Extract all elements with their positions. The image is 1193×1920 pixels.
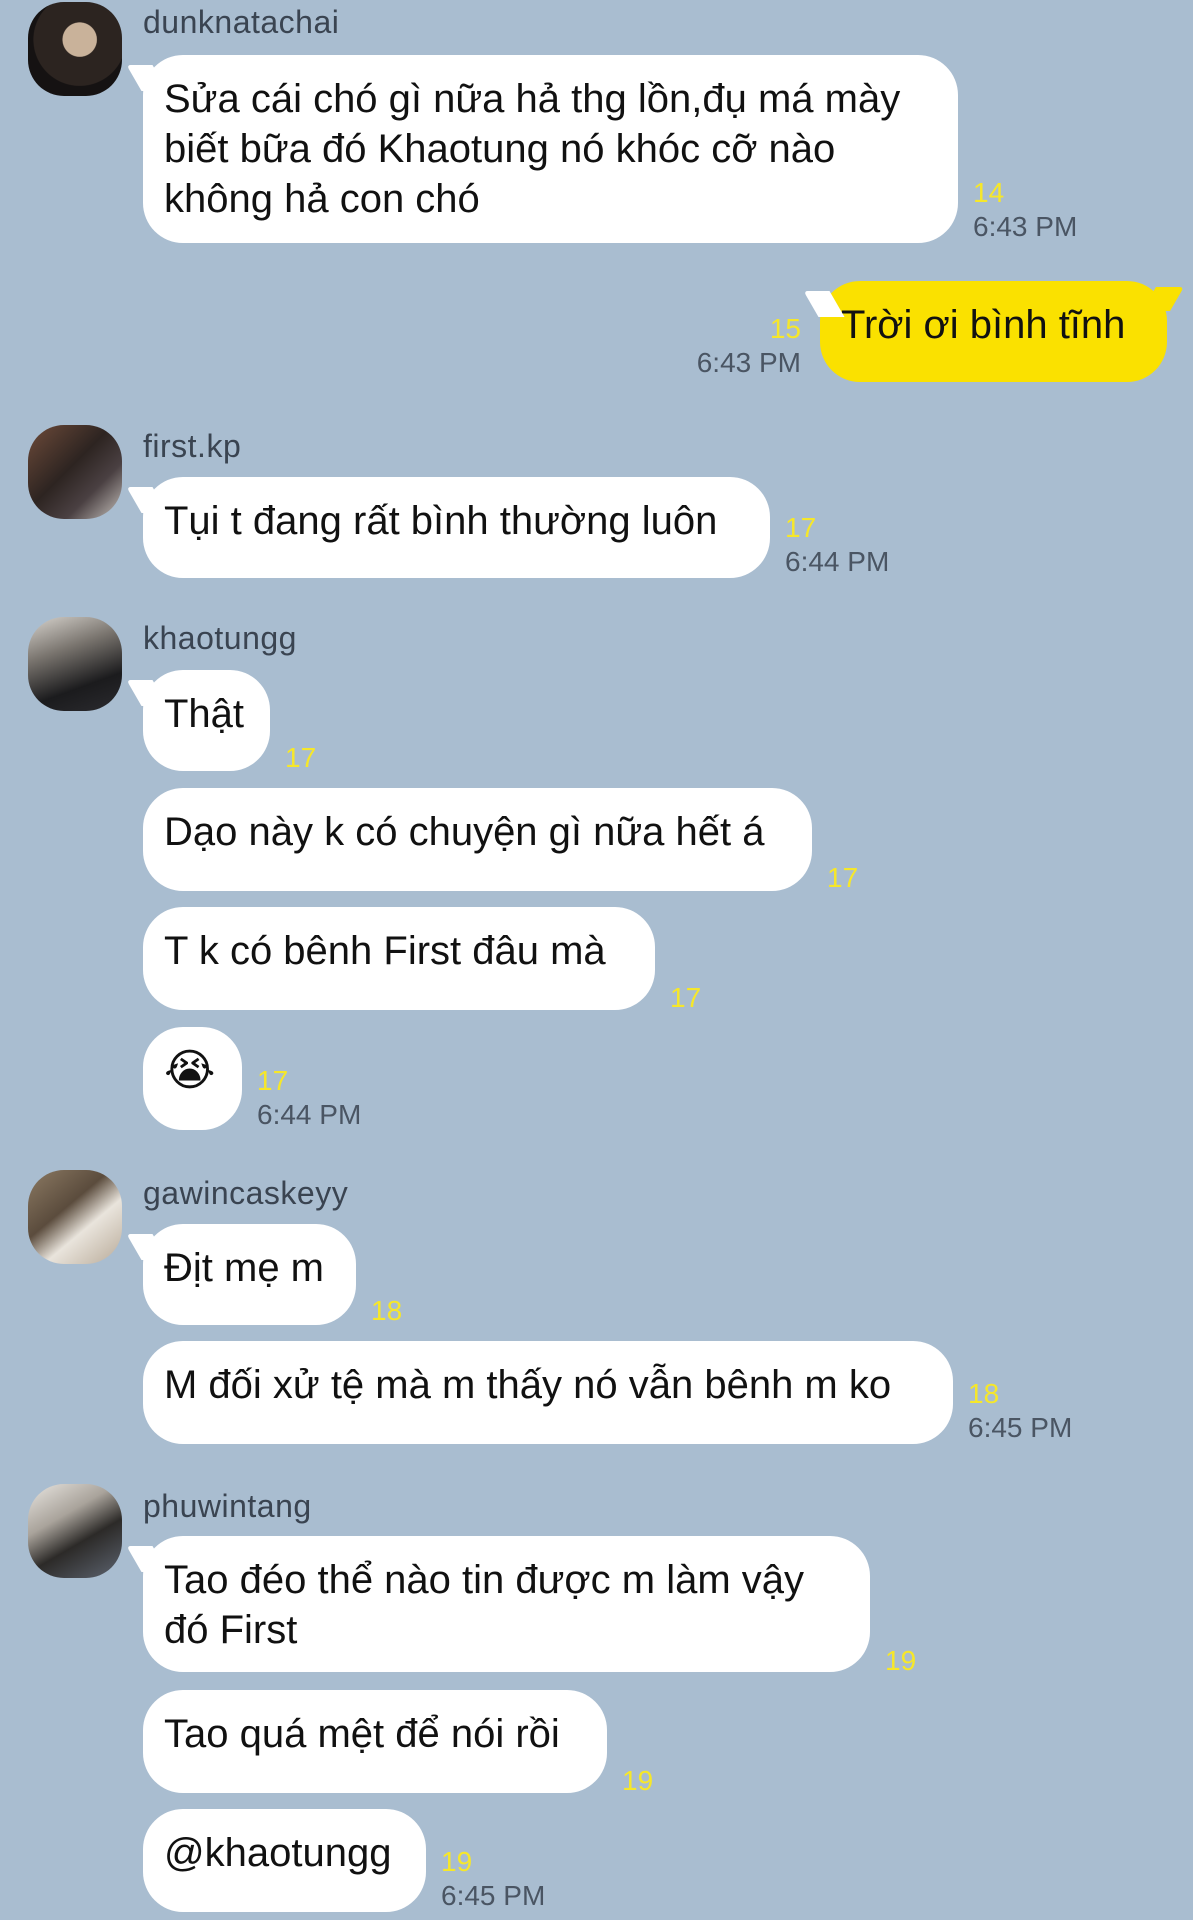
message-text: M đối xử tệ mà m thấy nó vẫn bênh m ko (164, 1363, 892, 1407)
message-text: Tao đéo thể nào tin được m làm vậy đó Fi… (164, 1558, 804, 1652)
message-text: Sửa cái chó gì nữa hả thg lồn,đụ má mày … (164, 77, 901, 221)
unread-count: 14 (973, 177, 1005, 208)
message-meta: 17 (827, 861, 858, 895)
message-text: Địt mẹ m (164, 1246, 324, 1290)
unread-count: 17 (827, 862, 859, 893)
unread-count: 19 (622, 1765, 654, 1796)
crying-face-emoji: 😭 (164, 1046, 216, 1095)
unread-count: 18 (968, 1378, 1000, 1409)
message-bubble[interactable]: Sửa cái chó gì nữa hả thg lồn,đụ má mày … (143, 55, 958, 243)
message-meta: 18 6:45 PM (968, 1377, 1072, 1445)
timestamp: 6:43 PM (973, 211, 1078, 242)
message-bubble[interactable]: Tụi t đang rất bình thường luôn (143, 477, 770, 578)
sender-name: first.kp (143, 428, 242, 464)
message-text: Thật (164, 692, 245, 736)
message-bubble[interactable]: M đối xử tệ mà m thấy nó vẫn bênh m ko (143, 1341, 953, 1444)
message-bubble[interactable]: Thật (143, 670, 270, 771)
message-meta: 17 (285, 741, 316, 775)
message-meta: 17 6:44 PM (785, 511, 889, 579)
message-meta: 18 (371, 1294, 402, 1328)
avatar-gawincaskeyy[interactable] (28, 1170, 122, 1264)
timestamp: 6:45 PM (968, 1412, 1073, 1443)
message-bubble[interactable]: Tao đéo thể nào tin được m làm vậy đó Fi… (143, 1536, 870, 1672)
message-bubble[interactable]: T k có bênh First đâu mà (143, 907, 655, 1010)
unread-count: 18 (371, 1295, 403, 1326)
message-meta: 17 (670, 981, 701, 1015)
message-text: Tụi t đang rất bình thường luôn (164, 499, 718, 543)
timestamp: 6:44 PM (785, 546, 890, 577)
message-text: T k có bênh First đâu mà (164, 929, 606, 973)
message-bubble[interactable]: 😭 (143, 1027, 242, 1130)
message-text: Trời ơi bình tĩnh (841, 303, 1126, 347)
unread-count: 17 (670, 982, 702, 1013)
avatar-phuwintang[interactable] (28, 1484, 122, 1578)
unread-count: 17 (285, 742, 317, 773)
message-meta: 14 6:43 PM (973, 176, 1077, 244)
avatar-first-kp[interactable] (28, 425, 122, 519)
unread-count: 17 (785, 512, 817, 543)
avatar-khaotungg[interactable] (28, 617, 122, 711)
message-bubble[interactable]: Tao quá mệt để nói rồi (143, 1690, 607, 1793)
unread-count: 17 (257, 1065, 289, 1096)
message-meta: 19 (622, 1764, 653, 1798)
sender-name: khaotungg (143, 620, 297, 656)
avatar-dunknatachai[interactable] (28, 2, 122, 96)
message-text: @khaotungg (164, 1831, 392, 1875)
timestamp: 6:44 PM (257, 1099, 362, 1130)
sender-name: gawincaskeyy (143, 1175, 349, 1211)
message-bubble[interactable]: Dạo này k có chuyện gì nữa hết á (143, 788, 812, 891)
message-meta: 19 6:45 PM (441, 1845, 545, 1913)
unread-count: 19 (885, 1645, 917, 1676)
message-text: Tao quá mệt để nói rồi (164, 1712, 560, 1756)
unread-count: 15 (769, 313, 801, 344)
message-bubble[interactable]: Địt mẹ m (143, 1224, 356, 1325)
sender-name: dunknatachai (143, 4, 340, 40)
unread-count: 19 (441, 1846, 473, 1877)
sender-name: phuwintang (143, 1488, 312, 1524)
message-meta: 19 (885, 1644, 916, 1678)
timestamp: 6:45 PM (441, 1880, 546, 1911)
message-text: Dạo này k có chuyện gì nữa hết á (164, 810, 765, 854)
message-bubble[interactable]: @khaotungg (143, 1809, 426, 1912)
timestamp: 6:43 PM (696, 347, 801, 378)
own-message-bubble[interactable]: Trời ơi bình tĩnh (820, 281, 1167, 382)
message-meta: 15 6:43 PM (650, 312, 801, 380)
message-meta: 17 6:44 PM (257, 1064, 361, 1132)
